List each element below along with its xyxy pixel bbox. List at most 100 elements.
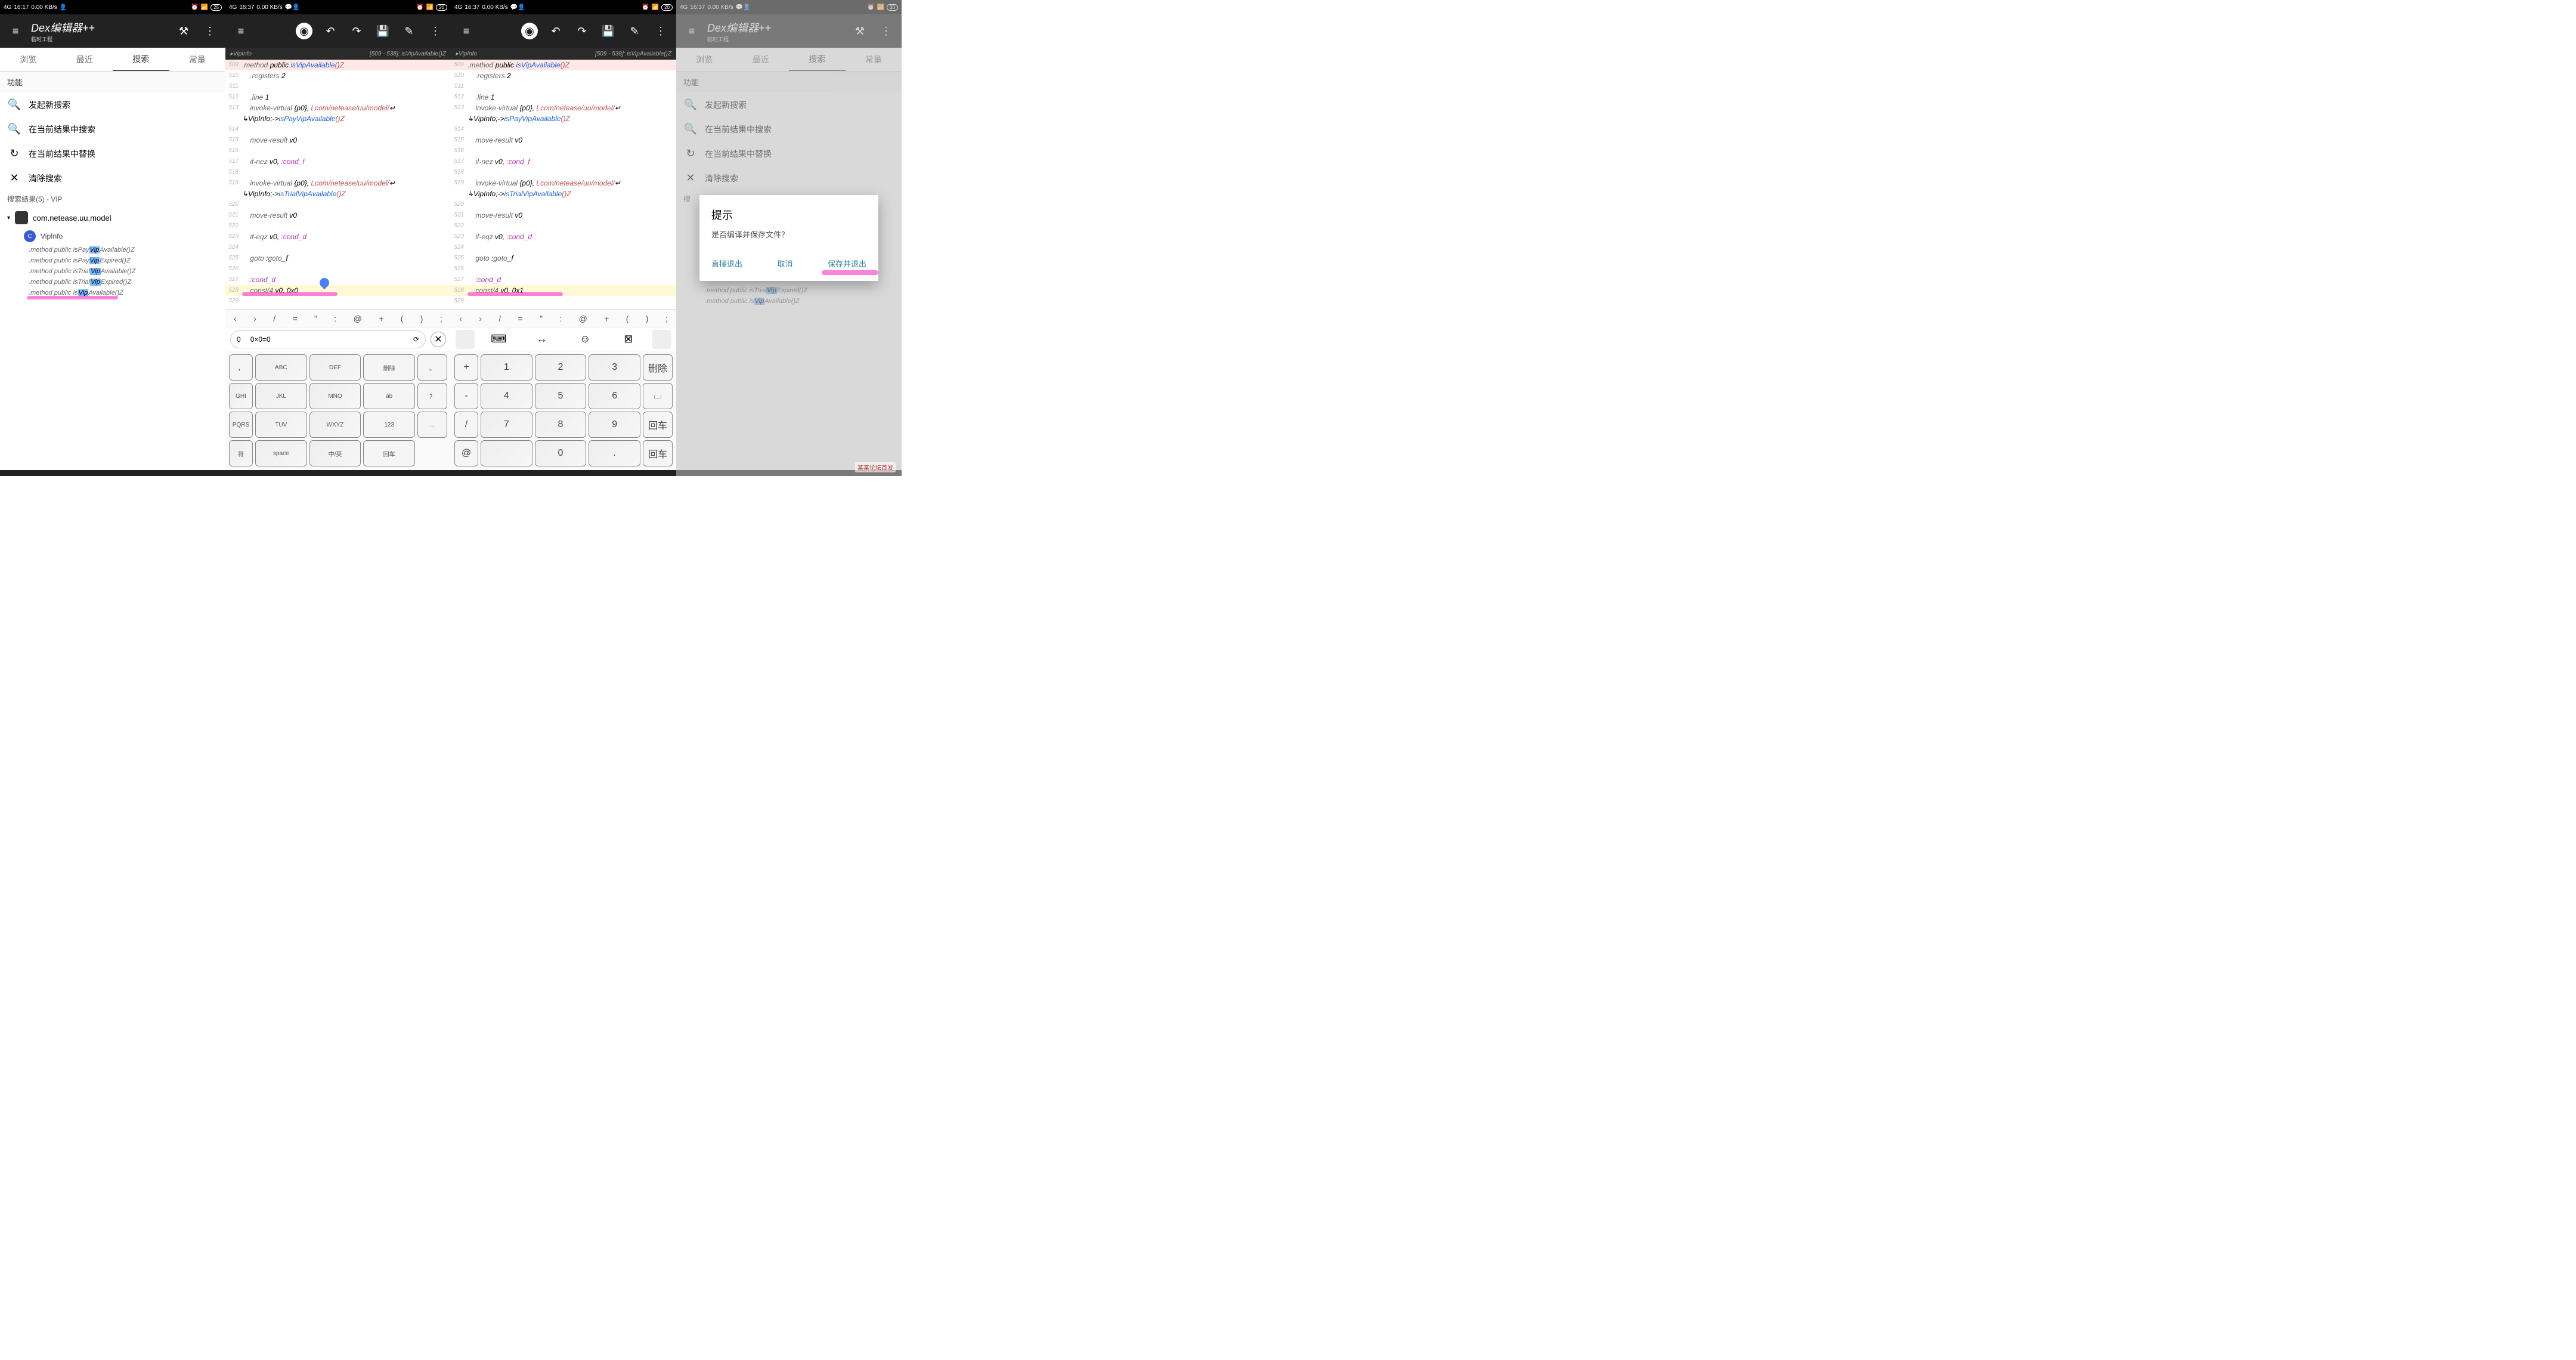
code-editor[interactable]: 509.method public isVipAvailable()Z510 .… [225, 60, 451, 309]
clear-input-icon[interactable]: ✕ [431, 332, 446, 347]
keyboard-key[interactable]: 9 [589, 412, 640, 438]
keyboard-key[interactable]: GHI [229, 383, 253, 409]
keyboard-key[interactable]: 删除 [643, 354, 673, 381]
keyboard-key[interactable]: space [255, 440, 307, 466]
keyboard-key[interactable]: 8 [535, 412, 587, 438]
keyboard-key[interactable]: WXYZ [309, 412, 361, 438]
symbol-key[interactable]: ) [642, 314, 652, 323]
keyboard-key[interactable]: DEF [309, 354, 361, 381]
keyboard-key[interactable]: 符 [229, 440, 253, 466]
keyboard-key[interactable]: 4 [481, 383, 532, 409]
redo-icon[interactable]: ↷ [346, 20, 367, 42]
symbol-key[interactable]: : [556, 314, 565, 323]
keyboard-key[interactable]: / [454, 412, 478, 438]
keyboard-key[interactable]: 123 [363, 412, 415, 438]
symbol-key[interactable]: › [475, 314, 485, 323]
save-icon[interactable]: 💾 [597, 20, 619, 42]
symbol-key[interactable]: = [289, 314, 301, 323]
fn-replace-in-results[interactable]: ↻在当前结果中替换 [0, 141, 225, 166]
keyboard-key[interactable]: ？ [417, 383, 447, 409]
edit-icon[interactable]: ✎ [624, 20, 645, 42]
keyboard-key[interactable]: 中/英 [309, 440, 361, 466]
tab-const[interactable]: 常量 [169, 48, 226, 71]
symbol-key[interactable]: / [495, 314, 504, 323]
keyboard-key[interactable]: 。 [417, 354, 447, 381]
emoji-icon[interactable]: ☺ [566, 333, 605, 345]
save-icon[interactable]: 💾 [372, 20, 394, 42]
keyboard-key[interactable]: 删除 [363, 354, 415, 381]
dialog-save-exit-button[interactable]: 保存并退出 [828, 258, 866, 269]
symbol-key[interactable]: ) [417, 314, 427, 323]
keyboard-key[interactable]: ... [417, 412, 447, 438]
keyboard-key[interactable]: MNO [309, 383, 361, 409]
result-class[interactable]: CVipInfo [0, 228, 225, 245]
overflow-icon[interactable]: ⋮ [425, 20, 446, 42]
input-pill[interactable]: 00×0=0⟳ [230, 330, 426, 348]
fn-search-in-results[interactable]: 🔍在当前结果中搜索 [0, 117, 225, 141]
tab-search[interactable]: 搜索 [113, 48, 169, 71]
symbol-key[interactable]: + [600, 314, 612, 323]
fn-clear-search[interactable]: ✕清除搜索 [0, 166, 225, 190]
search-result-method[interactable]: .method public isPayVipExpired()Z [0, 255, 225, 266]
search-result-method[interactable]: .method public isTrialVipAvailable()Z [0, 266, 225, 277]
overflow-icon[interactable]: ⋮ [199, 20, 221, 42]
symbol-key[interactable]: ( [397, 314, 407, 323]
keyboard-key[interactable]: @ [454, 440, 478, 466]
keyboard-key[interactable]: ， [229, 354, 253, 381]
edit-icon[interactable]: ✎ [398, 20, 420, 42]
dialog-exit-button[interactable]: 直接退出 [711, 258, 742, 269]
keyboard-switch-icon[interactable]: ⌨ [479, 333, 518, 345]
fn-new-search[interactable]: 🔍发起新搜索 [0, 92, 225, 117]
symbol-key[interactable]: = [514, 314, 526, 323]
search-result-method[interactable]: .method public isPayVipAvailable()Z [0, 245, 225, 255]
symbol-key[interactable]: + [375, 314, 387, 323]
symbol-key[interactable]: " [311, 314, 321, 323]
keyboard-key[interactable]: 1 [481, 354, 532, 381]
symbol-key[interactable]: › [250, 314, 260, 323]
symbol-key[interactable]: " [536, 314, 546, 323]
symbol-key[interactable]: ; [662, 314, 671, 323]
keyboard-key[interactable]: 3 [589, 354, 640, 381]
redo-icon[interactable]: ↷ [571, 20, 593, 42]
keyboard-key[interactable]: PQRS [229, 412, 253, 438]
symbol-key[interactable]: ; [436, 314, 446, 323]
keyboard-key[interactable] [481, 440, 532, 466]
overflow-icon[interactable]: ⋮ [650, 20, 671, 42]
menu-icon[interactable]: ≡ [5, 20, 26, 42]
tab-recent[interactable]: 最近 [57, 48, 113, 71]
keyboard-key[interactable]: TUV [255, 412, 307, 438]
menu-icon[interactable]: ≡ [230, 20, 252, 42]
keyboard-key[interactable]: ab [363, 383, 415, 409]
keyboard-key[interactable]: 0 [535, 440, 587, 466]
keyboard-key[interactable]: + [454, 354, 478, 381]
symbol-key[interactable]: ( [623, 314, 633, 323]
kbd-avatar[interactable] [652, 330, 671, 349]
keyboard-key[interactable]: ⌴ [643, 383, 673, 409]
build-icon[interactable]: ⚒ [173, 20, 194, 42]
keyboard-key[interactable]: 回车 [643, 440, 673, 466]
tab-browse[interactable]: 浏览 [0, 48, 57, 71]
result-package[interactable]: ▾com.netease.uu.model [0, 208, 225, 228]
search-result-method[interactable]: .method public isTrialVipExpired()Z [0, 277, 225, 288]
undo-icon[interactable]: ↶ [320, 20, 341, 42]
symbol-key[interactable]: ‹ [456, 314, 466, 323]
undo-icon[interactable]: ↶ [545, 20, 566, 42]
explore-icon[interactable]: ◉ [293, 20, 315, 42]
keyboard-key[interactable]: 5 [535, 383, 587, 409]
symbol-key[interactable]: : [330, 314, 340, 323]
keyboard-key[interactable]: 7 [481, 412, 532, 438]
menu-icon[interactable]: ≡ [456, 20, 477, 42]
search-result-method[interactable]: .method public isVipAvailable()Z [0, 288, 225, 298]
dialog-scrim[interactable]: 提示 是否编译并保存文件？ 直接退出 取消 保存并退出 [676, 0, 902, 476]
keyboard-key[interactable]: 2 [535, 354, 587, 381]
symbol-key[interactable]: @ [575, 314, 591, 323]
keyboard-key[interactable]: ABC [255, 354, 307, 381]
cursor-move-icon[interactable]: ↔ [523, 333, 562, 345]
code-editor[interactable]: 509.method public isVipAvailable()Z510 .… [451, 60, 676, 309]
close-keyboard-icon[interactable]: ⊠ [609, 333, 648, 345]
keyboard-key[interactable]: JKL [255, 383, 307, 409]
keyboard-key[interactable]: 回车 [363, 440, 415, 466]
explore-icon[interactable]: ◉ [519, 20, 540, 42]
keyboard-key[interactable]: - [454, 383, 478, 409]
symbol-key[interactable]: ‹ [230, 314, 240, 323]
